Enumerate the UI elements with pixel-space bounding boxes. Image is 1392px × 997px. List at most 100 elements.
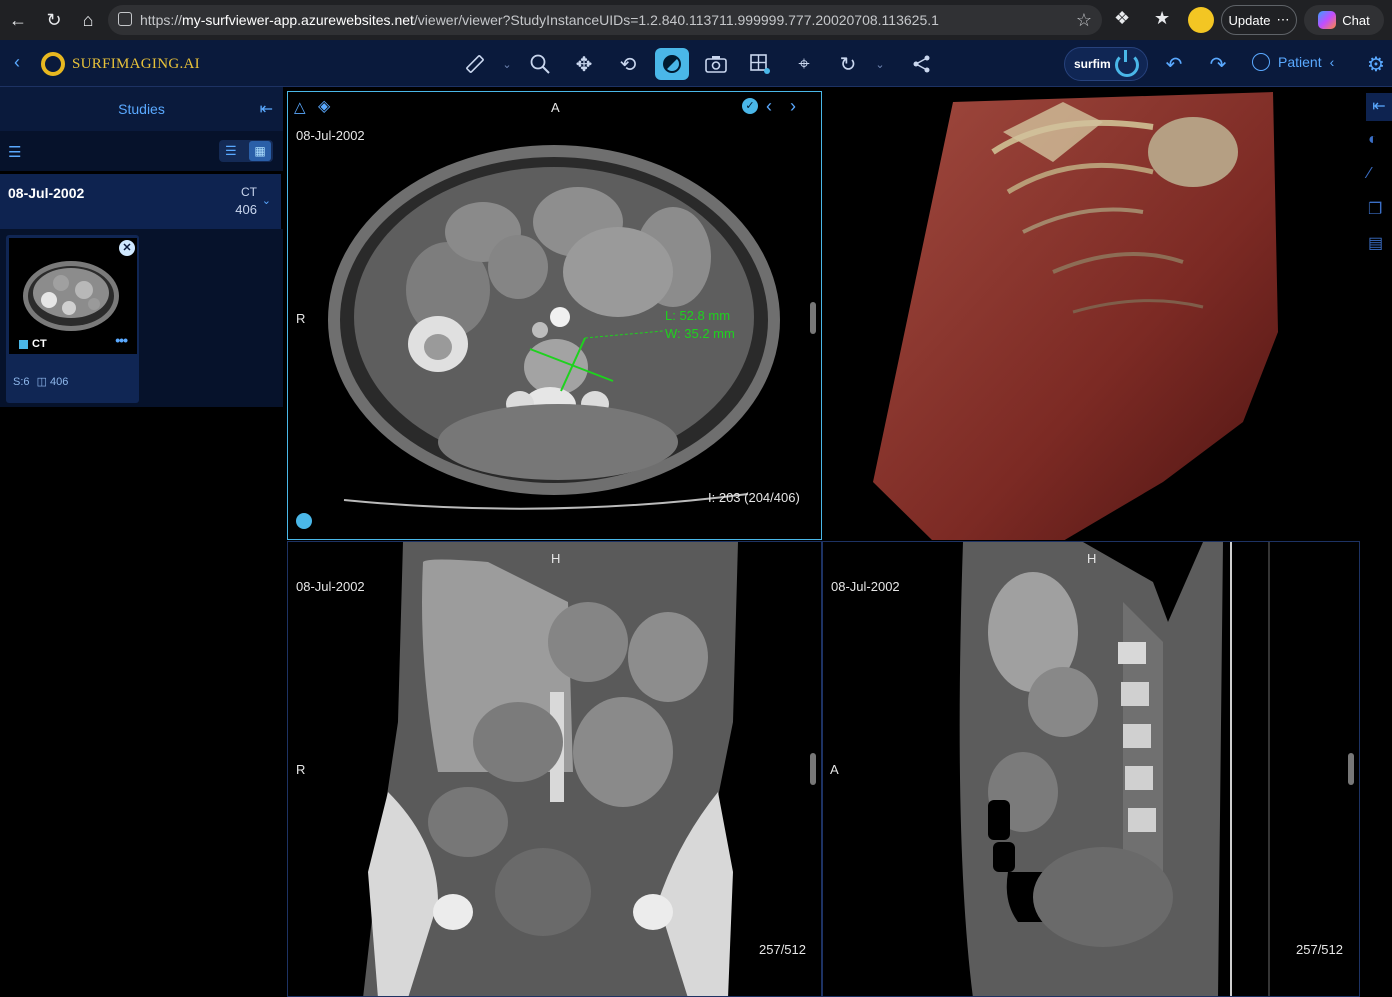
coronal-ct-image [363,542,738,996]
axial-scrollbar[interactable] [810,302,816,334]
series-close-icon[interactable]: ✕ [119,240,135,256]
extensions-icon[interactable]: ❖ [1114,8,1130,29]
layers-icon[interactable]: ◈ [318,96,330,116]
crosshair-icon[interactable]: ⌖ [787,48,821,80]
studies-sidebar: Studies ⇤ ☰ ☰ ▦ 08-Jul-2002 CT 406 ⌄ ✕ •… [0,87,283,997]
favorites-icon[interactable]: ★ [1154,8,1170,29]
undo-icon[interactable]: ↶ [1157,48,1191,80]
sidebar-title: Studies [118,101,165,117]
surfim-label: surfim [1074,57,1111,71]
axial-study-date: 08-Jul-2002 [296,128,365,143]
coronal-viewport[interactable]: H 08-Jul-2002 R 257/512 [287,541,822,997]
sidebar-toolbar: ☰ ☰ ▦ [0,131,283,171]
window-level-indicator-icon[interactable] [296,513,312,529]
coronal-orientation-top: H [551,551,561,566]
modality-color-chip [19,339,28,349]
annotation-toggle-icon[interactable]: △ [294,98,306,116]
coronal-orientation-left: R [296,762,306,777]
coronal-study-date: 08-Jul-2002 [296,579,365,594]
layout-settings-icon[interactable] [743,48,777,80]
back-icon[interactable]: ← [0,0,36,40]
zoom-icon[interactable] [523,48,557,80]
series-modality: CT [19,338,47,350]
next-image-icon[interactable]: › [790,96,796,117]
measurement-length[interactable]: L: 52.8 mm [665,308,730,323]
series-card[interactable]: ✕ ••• CT S:6 ◫ 406 [6,235,139,403]
profile-avatar[interactable] [1188,7,1214,33]
right-tool-rail: ⇤ ◐ ∕ ❐ ▤ [1364,87,1392,997]
series-more-icon[interactable]: ••• [115,332,128,348]
address-bar[interactable]: https://my-surfviewer-app.azurewebsites.… [108,5,1102,35]
update-button[interactable]: Update ⋯ [1221,5,1297,35]
sagittal-orientation-left: A [830,762,839,777]
share-icon[interactable] [905,48,939,80]
study-date: 08-Jul-2002 [8,185,85,201]
browser-toolbar: ← ↻ ⌂ https://my-surfviewer-app.azureweb… [0,0,1392,40]
update-label: Update [1228,12,1271,28]
study-row[interactable]: 08-Jul-2002 CT 406 ⌄ [0,174,281,229]
reload-icon[interactable]: ↻ [36,0,72,40]
sagittal-viewport[interactable]: H 08-Jul-2002 A 257/512 [822,541,1360,997]
surfim-toggle[interactable]: surfim [1064,47,1148,81]
camera-icon[interactable] [699,48,733,80]
sagittal-study-date: 08-Jul-2002 [831,579,900,594]
axial-orientation-top: A [551,100,560,115]
copy-icon[interactable]: ❐ [1368,199,1382,219]
study-modality: CT [241,185,257,199]
measure-dropdown-icon[interactable]: ⌄ [500,48,514,80]
series-modality-label: CT [32,338,47,350]
redo-icon[interactable]: ↷ [1201,48,1235,80]
chat-button[interactable]: Chat [1304,5,1384,35]
logo-text: SURFIMAGING.AI [72,56,200,72]
sagittal-ct-image [959,542,1270,996]
url-prefix: https:// [140,12,183,28]
grid-view-icon[interactable]: ▦ [249,141,271,161]
series-thumbnail[interactable]: ✕ ••• CT [9,238,137,354]
more-icon: ⋯ [1276,12,1290,27]
report-icon[interactable]: ▤ [1368,233,1383,253]
view-toggle: ☰ ▦ [219,140,273,162]
patient-label: Patient [1278,54,1322,70]
settings-gear-icon[interactable]: ⚙ [1362,48,1390,80]
sagittal-orientation-top: H [1087,551,1097,566]
series-number: S:6 [13,376,30,388]
segmentation-icon[interactable]: ◐ [1368,131,1378,149]
axial-viewport[interactable]: △ ◈ A R 08-Jul-2002 ✓ ‹ › L: 52.8 mm W: … [287,91,822,540]
window-level-icon[interactable] [655,48,689,80]
sync-check-icon[interactable]: ✓ [742,98,758,114]
collapse-sidebar-icon[interactable]: ⇤ [260,99,273,119]
sagittal-slice-info: 257/512 [1296,942,1343,957]
coronal-scrollbar[interactable] [810,753,816,785]
expand-panel-icon[interactable]: ⇤ [1366,93,1392,121]
sidebar-header: Studies ⇤ [0,87,283,131]
measure-ruler-icon[interactable] [458,48,492,80]
study-expand-chevron-icon[interactable]: ⌄ [262,194,271,207]
patient-chevron-icon: ‹ [1329,54,1335,70]
prev-image-icon[interactable]: ‹ [766,96,772,117]
bookmark-star-icon[interactable]: ☆ [1076,10,1092,31]
url-domain: my-surfviewer-app.azurewebsites.net [182,12,414,28]
rotate-3d-icon[interactable]: ⟲ [611,48,645,80]
patient-button[interactable]: Patient ‹ [1252,53,1334,71]
url-path: /viewer/viewer?StudyInstanceUIDs=1.2.840… [413,12,939,28]
home-icon[interactable]: ⌂ [70,0,106,40]
axial-slice-info: I: 203 (204/406) [708,490,800,505]
stack-icon: ◫ [36,376,47,388]
measurement-width[interactable]: W: 35.2 mm [665,326,735,341]
volume-render-viewport[interactable] [822,91,1360,541]
reset-dropdown-icon[interactable]: ⌄ [873,48,887,80]
chat-label: Chat [1342,12,1370,28]
filter-sliders-icon[interactable]: ☰ [8,143,21,161]
axial-ct-image [328,145,780,510]
site-info-icon[interactable] [118,12,132,26]
list-view-icon[interactable]: ☰ [225,143,237,159]
app-header: ‹ SURFIMAGING.AI ⌄ ✥ ⟲ ⌖ ↻ ⌄ surfim ↶ ↷ … [0,40,1392,87]
back-chevron-icon[interactable]: ‹ [14,52,20,73]
volume-render-image [873,92,1278,540]
power-icon [1115,50,1139,77]
coronal-slice-info: 257/512 [759,942,806,957]
pan-icon[interactable]: ✥ [567,48,601,80]
measurement-panel-icon[interactable]: ∕ [1368,165,1371,183]
reset-rotate-icon[interactable]: ↻ [831,48,865,80]
sagittal-scrollbar[interactable] [1348,753,1354,785]
